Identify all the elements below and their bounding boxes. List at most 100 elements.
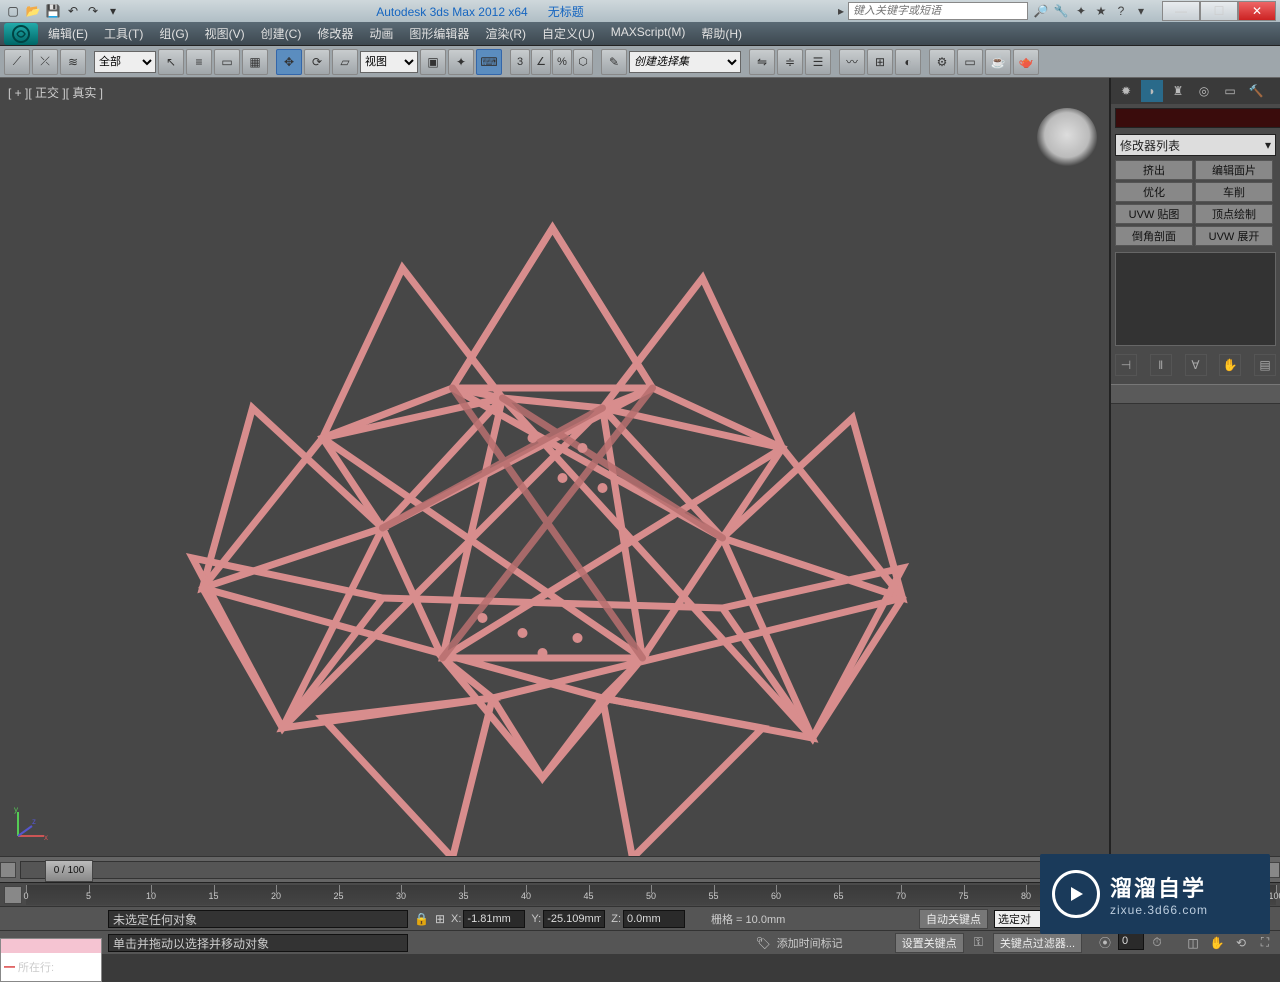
mirror-icon[interactable]: ⇋ [749, 49, 775, 75]
menu-自定义(U)[interactable]: 自定义(U) [534, 23, 603, 44]
key-icon[interactable]: 🔧 [1052, 2, 1070, 20]
menu-MAXScript(M)[interactable]: MAXScript(M) [603, 23, 694, 44]
help-icon[interactable]: ? [1112, 2, 1130, 20]
configure-sets-icon[interactable]: ▤ [1254, 354, 1276, 376]
menu-动画[interactable]: 动画 [361, 23, 401, 44]
coord-y-input[interactable] [543, 910, 605, 928]
motion-tab-icon[interactable]: ◎ [1193, 80, 1215, 102]
coord-x-input[interactable] [463, 910, 525, 928]
pin-stack-icon[interactable]: ⊣ [1115, 354, 1137, 376]
scale-icon[interactable]: ▱ [332, 49, 358, 75]
menu-创建(C)[interactable]: 创建(C) [253, 23, 310, 44]
max-toggle-icon[interactable]: ⛶ [1254, 932, 1276, 954]
manipulate-icon[interactable]: ✦ [448, 49, 474, 75]
curve-editor-icon[interactable]: 〰 [839, 49, 865, 75]
named-selection-set[interactable]: 创建选择集 [629, 51, 741, 73]
mod-button[interactable]: 车削 [1195, 182, 1273, 202]
lock-icon[interactable]: 🔒 [414, 912, 429, 926]
select-region-icon[interactable]: ▭ [214, 49, 240, 75]
close-button[interactable]: ✕ [1238, 1, 1276, 21]
pan-icon[interactable]: ✋ [1206, 932, 1228, 954]
display-tab-icon[interactable]: ▭ [1219, 80, 1241, 102]
new-icon[interactable]: ▢ [4, 2, 22, 20]
pivot-icon[interactable]: ▣ [420, 49, 446, 75]
modifier-list-dropdown[interactable]: 修改器列表 ▾ [1115, 134, 1276, 156]
select-icon[interactable]: ↖ [158, 49, 184, 75]
mod-button[interactable]: 优化 [1115, 182, 1193, 202]
percent-snap-icon[interactable]: % [552, 49, 572, 75]
time-slider-handle[interactable]: 0 / 100 [45, 860, 93, 882]
angle-snap-icon[interactable]: ∠ [531, 49, 551, 75]
object-name-input[interactable] [1115, 108, 1280, 128]
menu-工具(T)[interactable]: 工具(T) [96, 23, 151, 44]
timeslider-left-icon[interactable] [0, 862, 16, 878]
rotate-icon[interactable]: ⟳ [304, 49, 330, 75]
key-target-input[interactable] [994, 910, 1044, 928]
add-time-tag[interactable]: 添加时间标记 [777, 935, 843, 951]
mod-button[interactable]: UVW 贴图 [1115, 204, 1193, 224]
open-icon[interactable]: 📂 [24, 2, 42, 20]
fov-icon[interactable]: ◫ [1182, 932, 1204, 954]
show-end-result-icon[interactable]: ‖ [1150, 354, 1172, 376]
key-icon[interactable]: ⚿ [974, 935, 983, 950]
schematic-view-icon[interactable]: ⊞ [867, 49, 893, 75]
setkey-button[interactable]: 设置关键点 [895, 933, 964, 953]
snap-icon[interactable]: 3 [510, 49, 530, 75]
help-dropdown-icon[interactable]: ▾ [1132, 2, 1150, 20]
favorite-icon[interactable]: ★ [1092, 2, 1110, 20]
qat-more-icon[interactable]: ▾ [104, 2, 122, 20]
binoculars-icon[interactable]: 🔎 [1032, 2, 1050, 20]
selection-filter[interactable]: 全部 [94, 51, 156, 73]
link-icon[interactable]: ⟋ [4, 49, 30, 75]
exchange-icon[interactable]: ✦ [1072, 2, 1090, 20]
remove-modifier-icon[interactable]: ✋ [1219, 354, 1241, 376]
menu-组(G)[interactable]: 组(G) [151, 23, 196, 44]
named-sel-edit-icon[interactable]: ✎ [601, 49, 627, 75]
unlink-icon[interactable]: ⤫ [32, 49, 58, 75]
menu-编辑(E)[interactable]: 编辑(E) [40, 23, 96, 44]
viewport[interactable]: [ + ][ 正交 ][ 真实 ] [0, 78, 1110, 856]
create-tab-icon[interactable]: ✹ [1115, 80, 1137, 102]
hierarchy-tab-icon[interactable]: ♜ [1167, 80, 1189, 102]
align-icon[interactable]: ≑ [777, 49, 803, 75]
current-frame-input[interactable] [1118, 932, 1144, 950]
key-filters-button[interactable]: 关键点过滤器... [993, 933, 1082, 953]
mini-listener[interactable]: — 所在行: [0, 938, 102, 982]
coord-mode-icon[interactable]: ⊞ [435, 912, 445, 926]
undo-icon[interactable]: ↶ [64, 2, 82, 20]
redo-icon[interactable]: ↷ [84, 2, 102, 20]
mod-button[interactable]: UVW 展开 [1195, 226, 1273, 246]
select-by-name-icon[interactable]: ≡ [186, 49, 212, 75]
window-crossing-icon[interactable]: ▦ [242, 49, 268, 75]
spinner-snap-icon[interactable]: ⬡ [573, 49, 593, 75]
maximize-button[interactable]: ☐ [1200, 1, 1238, 21]
mod-button[interactable]: 倒角剖面 [1115, 226, 1193, 246]
make-unique-icon[interactable]: ∀ [1185, 354, 1207, 376]
mod-button[interactable]: 编辑面片 [1195, 160, 1273, 180]
rollout-header[interactable] [1111, 384, 1280, 404]
modify-tab-icon[interactable]: ◗ [1141, 80, 1163, 102]
layers-icon[interactable]: ☰ [805, 49, 831, 75]
utilities-tab-icon[interactable]: 🔨 [1245, 80, 1267, 102]
key-mode-icon[interactable]: ⦿ [1094, 932, 1116, 954]
save-icon[interactable]: 💾 [44, 2, 62, 20]
modifier-stack[interactable] [1115, 252, 1276, 346]
move-icon[interactable]: ✥ [276, 49, 302, 75]
minimize-button[interactable]: — [1162, 1, 1200, 21]
search-input[interactable] [848, 2, 1028, 20]
application-button[interactable] [4, 23, 38, 45]
ref-coord-system[interactable]: 视图 [360, 51, 418, 73]
material-editor-icon[interactable]: ◐ [895, 49, 921, 75]
menu-帮助(H)[interactable]: 帮助(H) [693, 23, 750, 44]
menu-修改器[interactable]: 修改器 [309, 23, 361, 44]
mod-button[interactable]: 顶点绘制 [1195, 204, 1273, 224]
keyboard-shortcut-icon[interactable]: ⌨ [476, 49, 502, 75]
render-setup-icon[interactable]: ⚙ [929, 49, 955, 75]
render-icon[interactable]: ☕ [985, 49, 1011, 75]
coord-z-input[interactable] [623, 910, 685, 928]
autokey-button[interactable]: 自动关键点 [919, 909, 988, 929]
trackbar-toggle-icon[interactable] [4, 886, 22, 904]
time-config-icon[interactable]: ⏱ [1146, 932, 1168, 954]
menu-渲染(R)[interactable]: 渲染(R) [477, 23, 534, 44]
render-prod-icon[interactable]: 🫖 [1013, 49, 1039, 75]
